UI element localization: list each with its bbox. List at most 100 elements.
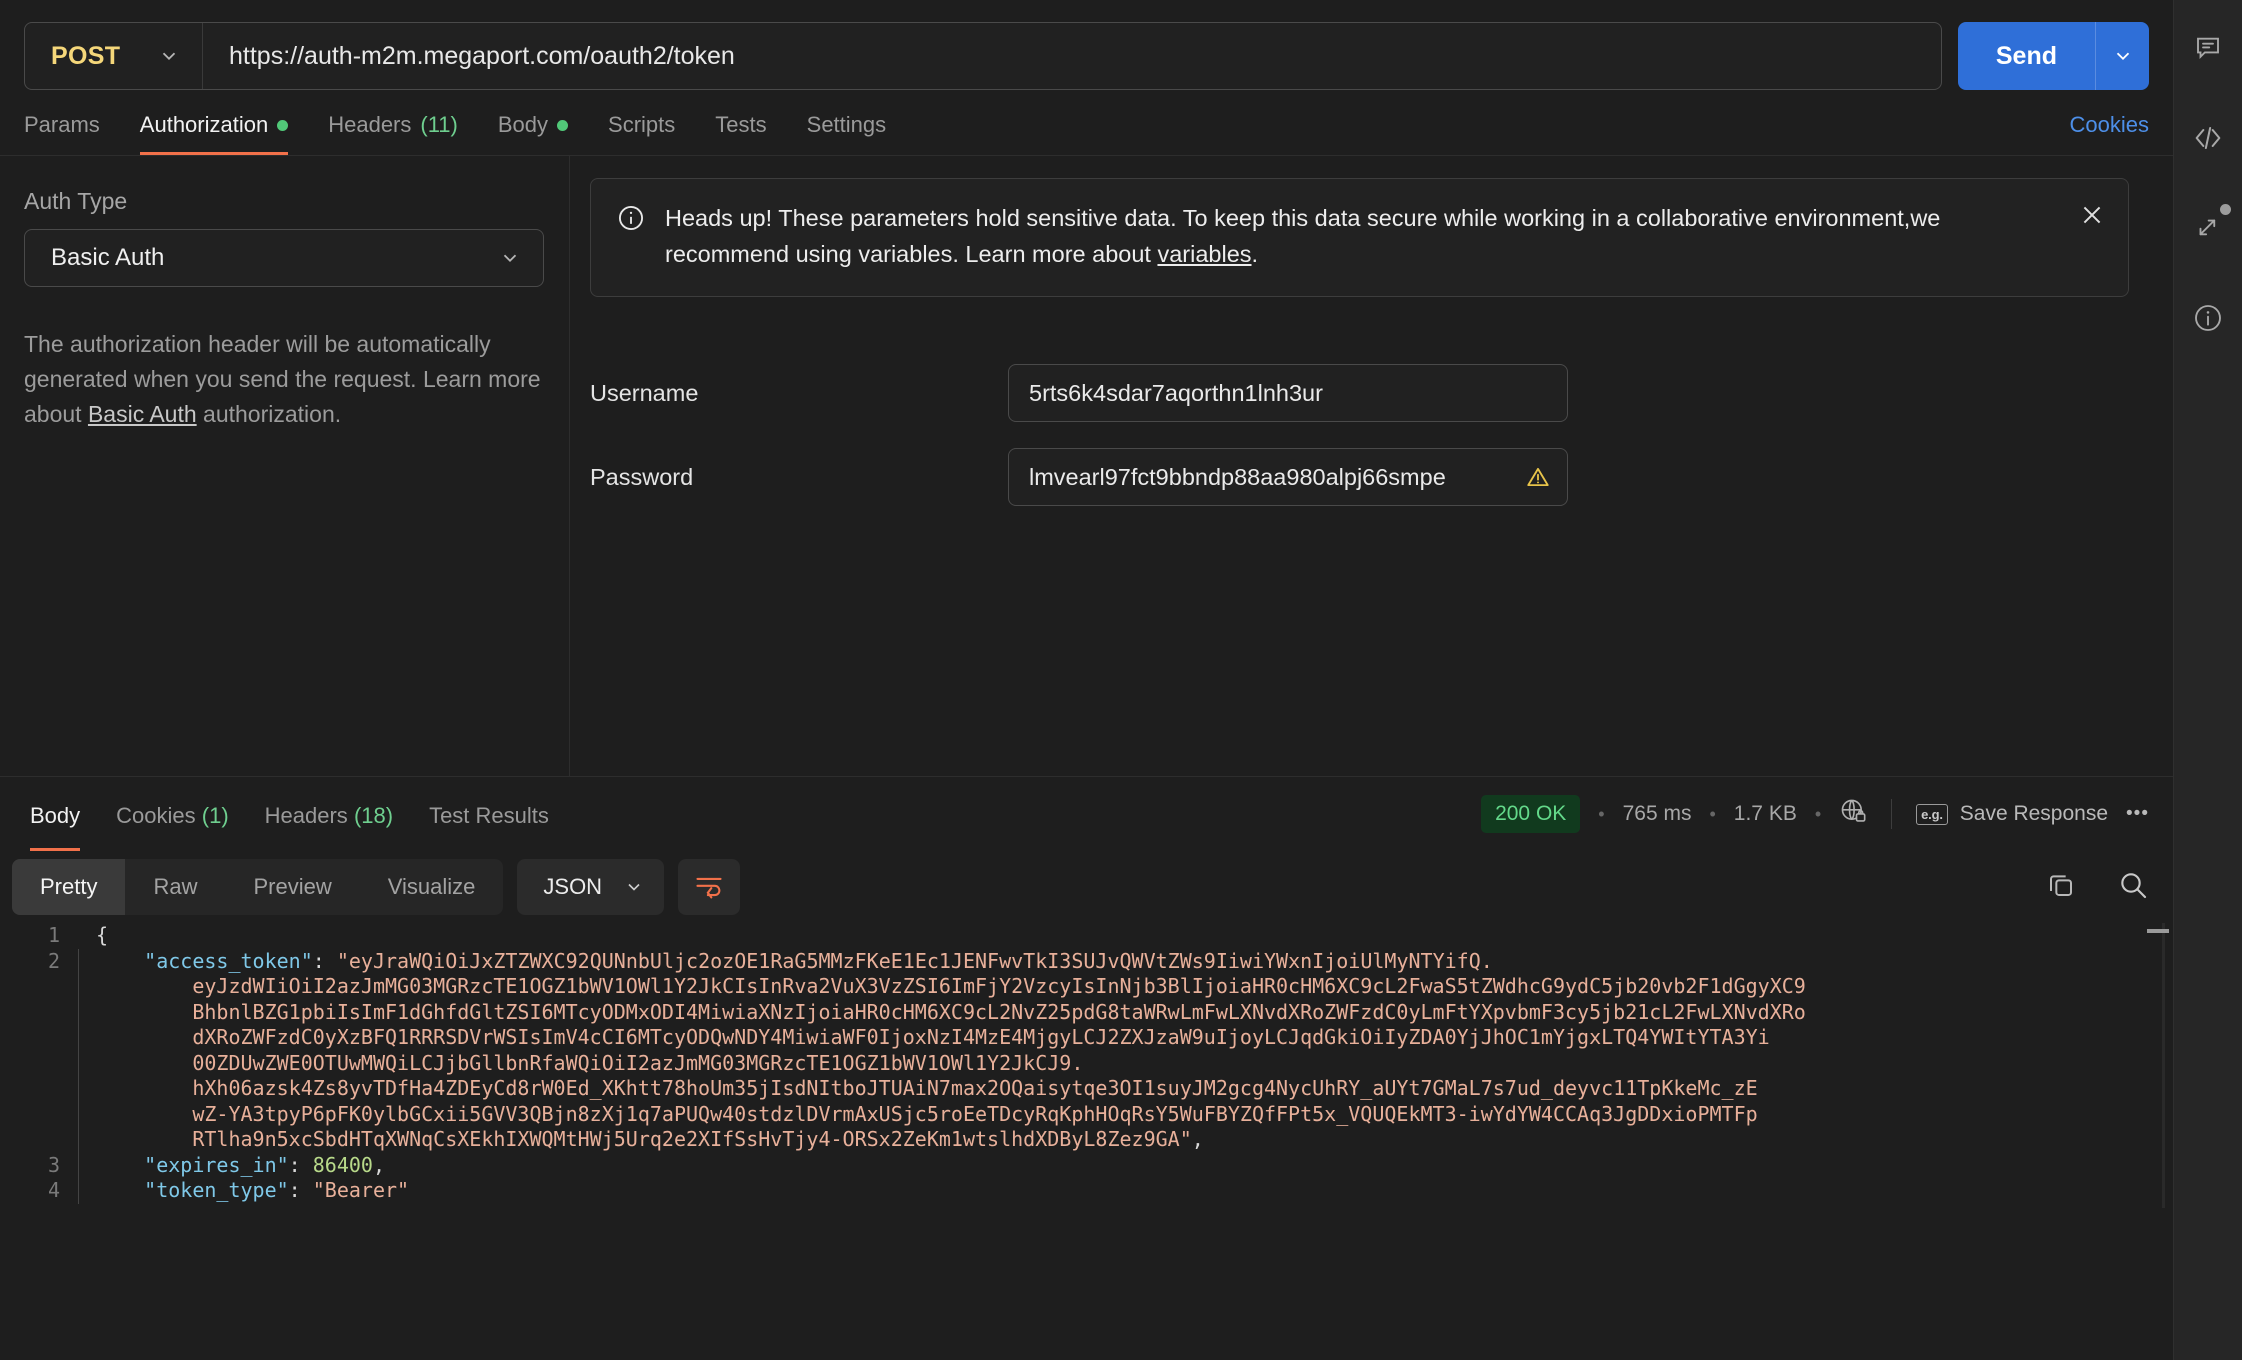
code-icon[interactable] xyxy=(2186,116,2230,160)
username-label: Username xyxy=(590,379,699,406)
search-icon[interactable] xyxy=(2117,869,2149,906)
password-row: Password lmvearl97fct9bbndp88aa980alpj66… xyxy=(590,435,2173,519)
wrap-lines-button[interactable] xyxy=(678,859,741,915)
secure-globe-icon[interactable] xyxy=(1839,797,1867,831)
line-number: 4 xyxy=(47,1178,60,1202)
tab-params-label: Params xyxy=(24,112,100,137)
code-line-row: RTlha9n5xcSbdHTqXWNqCsXEkhIXWQMtHWj5Urq2… xyxy=(12,1127,2173,1153)
code-line-row: dXRoZWFzdC0yXzBFQ1RRRSDVrWSIsImV4cCI6MTc… xyxy=(12,1025,2173,1051)
send-options-chevron-icon[interactable] xyxy=(2095,22,2149,90)
copy-icon[interactable] xyxy=(2045,869,2077,906)
fold-guide xyxy=(74,1152,96,1178)
close-icon[interactable] xyxy=(2078,201,2106,229)
fold-guide xyxy=(74,1025,96,1051)
tab-body-label: Body xyxy=(497,112,549,137)
tab-settings[interactable]: Settings xyxy=(787,112,907,155)
format-tab-pretty[interactable]: Pretty xyxy=(12,859,126,915)
code-line-text: "access_token": "eyJraWQiOiJxZTZWXC92QUN… xyxy=(144,948,1493,973)
format-tab-raw[interactable]: Raw xyxy=(125,859,225,915)
response-body-code[interactable]: 1{2 "access_token": "eyJraWQiOiJxZTZWXC9… xyxy=(0,923,2173,1208)
code-line-text: hXh06azsk4Zs8yvTDfHa4ZDEyCd8rW0Ed_XKhtt7… xyxy=(192,1076,1758,1100)
request-tabs: Params Authorization Headers (11) Body S… xyxy=(0,90,2173,156)
send-button[interactable]: Send xyxy=(1957,22,2095,90)
sync-icon[interactable] xyxy=(2186,204,2231,250)
tab-body[interactable]: Body xyxy=(478,112,588,155)
status-badge: 200 OK xyxy=(1481,795,1581,833)
fold-guide xyxy=(74,1050,96,1076)
code-line-text: eyJzdWIiOiI2azJmMG03MGRzcTE1OGZ1bWV1OWl1… xyxy=(192,974,1806,998)
response-size: 1.7 KB xyxy=(1733,802,1797,825)
save-response-button[interactable]: e.g. Save Response xyxy=(1916,802,2108,826)
auth-type-select[interactable]: Basic Auth xyxy=(24,229,544,287)
http-method-selector[interactable]: POST xyxy=(25,23,203,89)
variables-link[interactable]: variables xyxy=(1157,241,1251,267)
response-tab-headers[interactable]: Headers (18) xyxy=(247,777,411,851)
code-line-row: BhbnlBZG1pbiIsImF1dGhfdGltZSI6MTcyODMxOD… xyxy=(12,999,2173,1026)
format-tab-preview[interactable]: Preview xyxy=(225,859,359,915)
code-line-text: BhbnlBZG1pbiIsImF1dGhfdGltZSI6MTcyODMxOD… xyxy=(192,999,1806,1024)
info-circle-icon xyxy=(617,204,645,237)
info-icon[interactable] xyxy=(2186,296,2230,340)
tab-authorization[interactable]: Authorization xyxy=(120,112,308,155)
username-input[interactable]: 5rts6k4sdar7aqorthn1lnh3ur xyxy=(1008,364,1568,423)
url-bar: POST https://auth-m2m.megaport.com/oauth… xyxy=(0,0,2173,90)
url-input-wrapper[interactable]: POST https://auth-m2m.megaport.com/oauth… xyxy=(24,22,1942,90)
tab-scripts[interactable]: Scripts xyxy=(588,112,695,155)
chevron-down-icon xyxy=(624,877,644,897)
code-scrollbar-track[interactable] xyxy=(2162,923,2165,1208)
warning-triangle-icon xyxy=(1525,464,1551,490)
auth-type-label: Auth Type xyxy=(24,188,128,214)
send-button-group: Send xyxy=(1957,22,2149,90)
chevron-down-icon xyxy=(158,45,180,67)
response-tab-body[interactable]: Body xyxy=(12,777,98,851)
auth-type-panel: Auth Type Basic Auth The authorization h… xyxy=(0,156,570,776)
password-label: Password xyxy=(590,463,694,490)
cookies-link[interactable]: Cookies xyxy=(2070,112,2149,138)
more-options-icon[interactable]: ••• xyxy=(2126,803,2149,825)
sensitive-data-notice-text: Heads up! These parameters hold sensitiv… xyxy=(665,201,2102,272)
credentials-grid: Username 5rts6k4sdar7aqorthn1lnh3ur Pass… xyxy=(590,351,2173,519)
password-input[interactable]: lmvearl97fct9bbndp88aa980alpj66smpe xyxy=(1008,448,1568,507)
response-tab-headers-label: Headers xyxy=(264,803,348,828)
fold-guide xyxy=(74,1101,96,1127)
response-tab-headers-count: (18) xyxy=(353,803,394,828)
line-number xyxy=(12,1025,74,1051)
password-value: lmvearl97fct9bbndp88aa980alpj66smpe xyxy=(1029,463,1446,490)
line-number xyxy=(12,1000,74,1026)
sensitive-data-notice: Heads up! These parameters hold sensitiv… xyxy=(590,178,2129,298)
format-tab-visualize[interactable]: Visualize xyxy=(360,859,504,915)
line-number xyxy=(12,1076,74,1102)
tab-params[interactable]: Params xyxy=(24,112,120,155)
fold-guide xyxy=(74,923,96,949)
basic-auth-link[interactable]: Basic Auth xyxy=(88,401,197,427)
fold-guide xyxy=(74,974,96,1000)
response-pane: Body Cookies (1) Headers (18) Test Resul… xyxy=(0,776,2173,1208)
code-line-row: 3 "expires_in": 86400, xyxy=(12,1152,2173,1178)
code-line-text: RTlha9n5xcSbdHTqXWNqCsXEkhIXWQMtHWj5Urq2… xyxy=(192,1127,1204,1151)
auth-type-value: Basic Auth xyxy=(51,244,165,271)
code-line-text: "token_type": "Bearer" xyxy=(144,1178,410,1202)
tab-tests-label: Tests xyxy=(715,112,767,137)
response-time: 765 ms xyxy=(1622,802,1692,825)
comment-icon[interactable] xyxy=(2186,26,2230,70)
code-line-row: wZ-YA3tpyP6pFK0ylbGCxii5GVV3QBjn8zXj1q7a… xyxy=(12,1101,2173,1127)
code-scrollbar-thumb[interactable] xyxy=(2147,929,2169,933)
url-input[interactable]: https://auth-m2m.megaport.com/oauth2/tok… xyxy=(203,42,735,71)
status-dot-icon xyxy=(277,119,289,131)
line-number xyxy=(12,1051,74,1077)
meta-separator: • xyxy=(1709,803,1716,824)
tab-tests[interactable]: Tests xyxy=(695,112,786,155)
response-tab-test-results[interactable]: Test Results xyxy=(411,777,567,851)
response-tab-cookies[interactable]: Cookies (1) xyxy=(98,777,247,851)
auth-help-text-part2: authorization. xyxy=(196,400,342,427)
code-line-text: 00ZDUwZWE0OTUwMWQiLCJjbGllbnRfaWQiOiI2az… xyxy=(192,1050,1084,1075)
tab-headers-count: (11) xyxy=(420,112,458,137)
response-body-actions xyxy=(2045,869,2149,906)
line-number: 2 xyxy=(47,948,60,973)
code-line-text: "expires_in": 86400, xyxy=(144,1152,386,1177)
fold-guide xyxy=(74,948,96,974)
tab-headers[interactable]: Headers (11) xyxy=(308,112,478,155)
language-select[interactable]: JSON xyxy=(517,859,665,915)
notification-badge-icon xyxy=(2220,204,2231,215)
fold-guide xyxy=(74,1178,96,1204)
